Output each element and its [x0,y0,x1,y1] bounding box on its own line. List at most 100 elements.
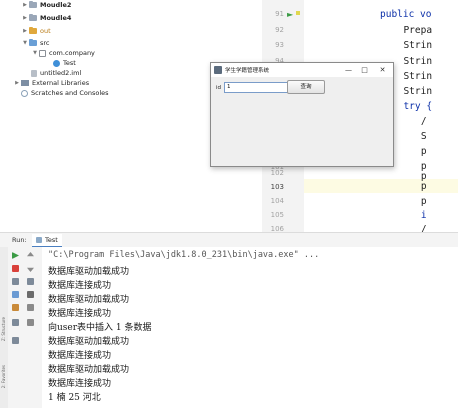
line-number: 105 [270,211,284,219]
tree-item-moudle2[interactable]: ▶ Moudle2 [22,0,71,10]
tree-item-test[interactable]: Test [52,58,76,68]
tree-item-label: Scratches and Consoles [31,89,109,97]
line-number: 106 [270,225,284,232]
current-line-highlight [304,179,458,193]
tree-item-label: Moudle2 [40,1,72,9]
restore-layout-icon[interactable] [12,291,19,298]
console-line: 数据库驱动加载成功 [48,337,130,347]
maximize-button[interactable]: □ [357,64,372,76]
run-tab-test[interactable]: Test [32,234,62,248]
tree-item-src[interactable]: ▼ src [22,38,50,48]
side-tool-strip: Z: Structure 2: Favorites [0,247,8,408]
layout-icon[interactable] [12,319,19,326]
code-line: Strin [392,40,433,51]
scratch-icon [21,89,28,97]
tree-item-com-company[interactable]: ▼ com.company [32,48,95,58]
code-line: / [398,116,427,127]
expand-arrow-icon[interactable]: ▶ [22,15,28,21]
tree-item-label: src [40,39,50,47]
settings-icon[interactable] [12,304,19,311]
down-arrow-icon[interactable] [27,267,34,272]
run-tab-label: Test [45,236,58,244]
camera-icon[interactable] [12,278,19,285]
output-folder-icon [29,27,37,34]
run-label: Run: [12,236,27,244]
line-number: 104 [270,197,284,205]
tree-item-label: Moudle4 [40,14,72,22]
library-icon [21,80,29,86]
rerun-icon[interactable] [12,252,19,259]
up-arrow-icon[interactable] [27,252,34,257]
print-icon[interactable] [27,304,34,311]
student-system-dialog[interactable]: 学生学籍管理系统 — □ ✕ id 1 查询 [210,62,394,167]
query-button[interactable]: 查询 [287,80,325,94]
id-label: id [216,85,222,91]
console-line: 1 楠 25 河北 [48,393,101,403]
console-line: 数据库连接成功 [48,379,112,389]
tree-item-label: out [40,27,51,35]
module-folder-icon [29,14,37,21]
console-line: 数据库驱动加载成功 [48,267,130,277]
code-line: Strin [392,86,433,97]
tree-item-label: untitled2.iml [40,69,82,77]
code-line: p [398,146,427,157]
tree-item-moudle4[interactable]: ▶ Moudle4 [22,13,71,23]
iml-file-icon [31,69,37,77]
expand-arrow-icon[interactable]: ▶ [14,80,20,86]
code-line: Strin [392,56,433,67]
java-app-icon [214,66,222,74]
class-icon [53,59,60,67]
module-folder-icon [29,1,37,8]
favorites-tool-tab[interactable]: 2: Favorites [1,365,6,388]
minimize-button[interactable]: — [341,64,356,76]
tree-item-external-libraries[interactable]: ▶ External Libraries [14,78,89,88]
soft-wrap-icon[interactable] [27,278,34,285]
console-line: 数据库连接成功 [48,309,112,319]
package-icon [39,49,46,57]
line-number: 102 [270,169,284,177]
tree-item-iml[interactable]: untitled2.iml [30,68,81,78]
code-line: / [398,224,427,232]
tree-item-label: com.company [49,49,95,57]
bookmark-icon [296,11,300,15]
code-line: p [398,196,427,207]
collapse-arrow-icon[interactable]: ▼ [22,40,28,46]
close-button[interactable]: ✕ [375,64,390,76]
line-number: 91 [275,10,284,18]
dialog-title-bar[interactable]: 学生学籍管理系统 — □ ✕ [211,63,393,77]
console-line: 数据库连接成功 [48,281,112,291]
pin-icon[interactable] [12,337,19,344]
console-line: 数据库驱动加载成功 [48,295,130,305]
run-panel-header: Run: Test [0,232,458,248]
line-number: 103 [270,183,284,191]
console-line: 数据库驱动加载成功 [48,365,130,375]
tree-item-out[interactable]: ▶ out [22,26,51,36]
console-line: 数据库连接成功 [48,351,112,361]
code-line: try { [392,101,433,112]
tree-item-scratches[interactable]: Scratches and Consoles [20,88,109,98]
expand-arrow-icon[interactable]: ▶ [22,2,28,8]
tree-item-label: External Libraries [32,79,90,87]
tree-item-label: Test [63,59,76,67]
code-line: Strin [392,71,433,82]
code-line: Prepa [392,25,433,36]
source-folder-icon [29,39,37,46]
console-line: "C:\Program Files\Java\jdk1.8.0_231\bin\… [48,250,320,260]
trash-icon[interactable] [27,319,34,326]
dialog-title: 学生学籍管理系统 [225,68,270,74]
run-config-icon [36,237,42,243]
scroll-to-end-icon[interactable] [27,291,34,298]
code-line: p [398,181,427,192]
expand-arrow-icon[interactable]: ▶ [22,28,28,34]
code-line: i [398,210,427,221]
code-line: public vo [380,9,432,20]
console-output[interactable]: "C:\Program Files\Java\jdk1.8.0_231\bin\… [42,247,458,408]
line-number: 92 [275,26,284,34]
run-gutter-icon[interactable]: ► [287,10,293,19]
collapse-arrow-icon[interactable]: ▼ [32,50,38,56]
run-toolbar [8,247,43,408]
structure-tool-tab[interactable]: Z: Structure [1,317,6,341]
id-input[interactable]: 1 [224,82,288,93]
code-line: S [398,131,427,142]
stop-icon[interactable] [12,265,19,272]
